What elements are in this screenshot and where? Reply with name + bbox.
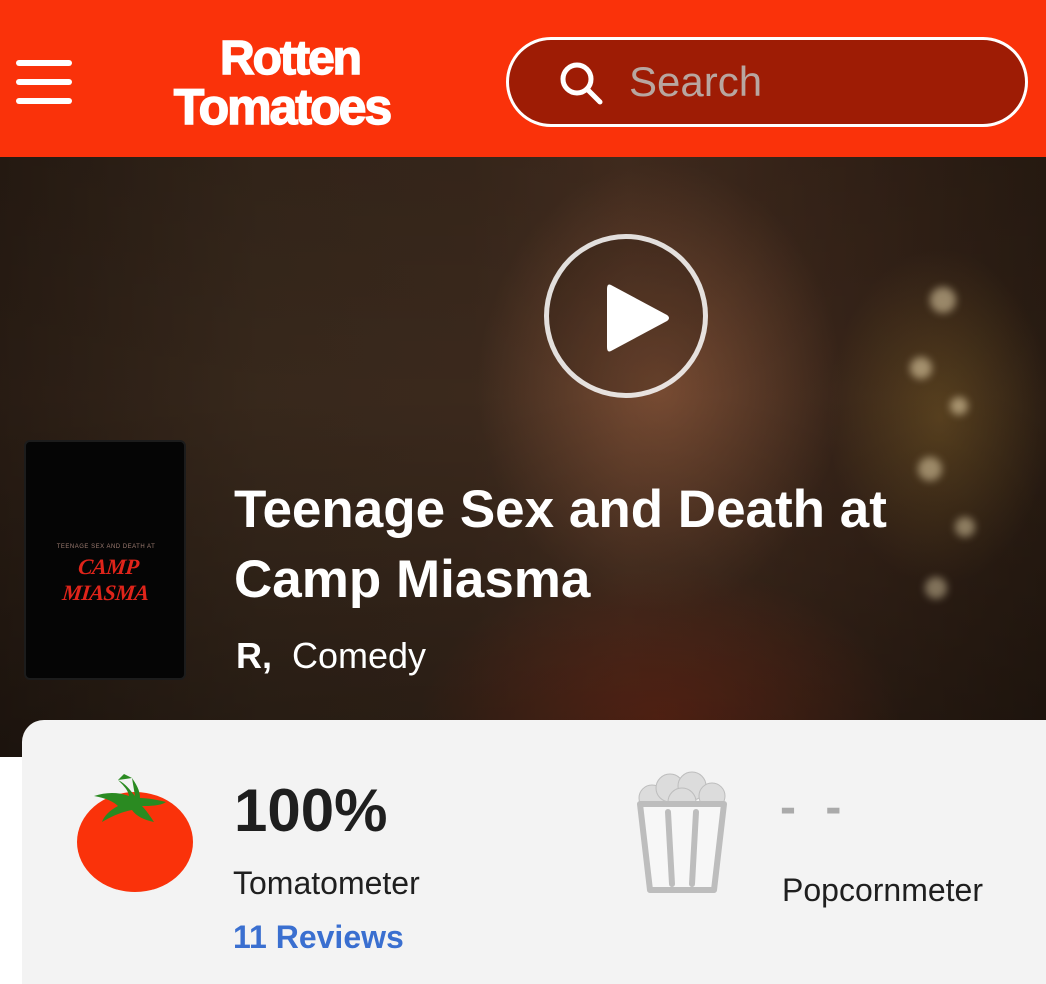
poster-subtitle: TEENAGE SEX AND DEATH AT [56,544,156,550]
movie-title: Teenage Sex and Death at Camp Miasma [234,480,887,609]
menu-icon[interactable] [16,58,72,106]
tomatometer-score: 100% [234,777,388,844]
tomatometer-label: Tomatometer [233,865,420,901]
play-icon [607,284,669,352]
genre: Comedy [292,635,427,676]
logo-line-2: Tomatoes [174,79,391,134]
logo-line-1: Rotten [220,32,360,85]
poster-title: CAMP MIASMA [61,554,151,605]
rotten-tomatoes-logo[interactable]: Rotten Tomatoes [122,30,452,134]
search-input[interactable] [629,54,999,110]
movie-meta: R, Comedy [236,635,426,679]
popcornmeter-score: - - [780,781,850,834]
search-icon[interactable] [557,59,605,107]
popcornmeter-label: Popcornmeter [782,872,983,908]
scores-card: 100% Tomatometer 11 Reviews - - Popcornm… [22,720,1046,984]
popcorn-icon [637,771,727,893]
reviews-count-link[interactable]: 11 Reviews [233,919,404,956]
site-header: Rotten Tomatoes [0,0,1046,157]
tomato-icon [77,774,193,892]
mpaa-rating: R, [236,635,272,676]
play-trailer-button[interactable] [544,234,708,398]
hero-banner[interactable]: TEENAGE SEX AND DEATH AT CAMP MIASMA Tee… [0,157,1046,757]
search-bar[interactable] [506,37,1028,127]
movie-poster[interactable]: TEENAGE SEX AND DEATH AT CAMP MIASMA [24,440,186,680]
